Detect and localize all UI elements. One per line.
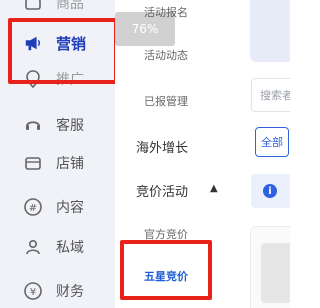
- card-image: [261, 243, 290, 303]
- sidebar-item-label: 私域: [56, 240, 84, 256]
- submenu-item-official-bidding[interactable]: 官方竞价: [144, 226, 188, 242]
- sidebar: 商品 营销 推广 客服 店铺 # 内容 私域 ¥ 财务: [0, 0, 115, 308]
- submenu-item-activity-updates[interactable]: 活动动态: [144, 47, 188, 63]
- svg-text:¥: ¥: [30, 287, 36, 298]
- tab-all[interactable]: 全部: [255, 127, 289, 157]
- sidebar-item-finance[interactable]: ¥ 财务: [0, 276, 115, 306]
- sidebar-item-customer-service[interactable]: 客服: [0, 110, 115, 140]
- svg-text:#: #: [29, 203, 37, 214]
- info-icon: i: [263, 184, 277, 198]
- submenu-item-five-star-bidding[interactable]: 五星竞价: [144, 268, 188, 284]
- sidebar-item-promotion[interactable]: 推广: [0, 64, 115, 94]
- chevron-up-icon[interactable]: ▲: [210, 183, 218, 194]
- hashtag-icon: #: [24, 198, 42, 216]
- right-panel: 搜索者 全部 i: [233, 0, 290, 308]
- shop-icon: [24, 154, 42, 172]
- info-bar: i: [251, 174, 290, 208]
- sidebar-item-products[interactable]: 商品: [0, 0, 115, 18]
- yen-icon: ¥: [24, 282, 42, 300]
- megaphone-icon: [24, 34, 42, 52]
- sidebar-item-store[interactable]: 店铺: [0, 148, 115, 178]
- sidebar-item-label: 内容: [56, 200, 84, 216]
- submenu-group-bidding[interactable]: 竞价活动: [136, 181, 188, 200]
- sidebar-item-label: 客服: [56, 118, 84, 134]
- users-icon: [24, 238, 42, 256]
- product-card[interactable]: [250, 226, 290, 308]
- sidebar-item-label: 店铺: [56, 156, 84, 172]
- sidebar-item-label: 推广: [56, 72, 84, 88]
- submenu-panel: 活动报名 活动动态 已报管理 海外增长 竞价活动 ▲ 官方竞价 五星竞价: [115, 0, 230, 308]
- sidebar-item-label: 营销: [56, 34, 87, 53]
- submenu-item-registered-management[interactable]: 已报管理: [144, 93, 188, 109]
- store-icon: [24, 0, 42, 12]
- banner-area: [250, 0, 290, 62]
- sidebar-item-content[interactable]: # 内容: [0, 192, 115, 222]
- search-input[interactable]: 搜索者: [251, 78, 290, 112]
- sidebar-item-marketing[interactable]: 营销: [0, 28, 115, 58]
- location-icon: [24, 70, 42, 88]
- headset-icon: [24, 116, 42, 134]
- zoom-badge: 76%: [115, 12, 175, 46]
- submenu-group-overseas[interactable]: 海外增长: [136, 137, 188, 156]
- sidebar-item-private[interactable]: 私域: [0, 232, 115, 262]
- sidebar-item-label: 商品: [56, 0, 84, 12]
- sidebar-item-label: 财务: [56, 284, 84, 300]
